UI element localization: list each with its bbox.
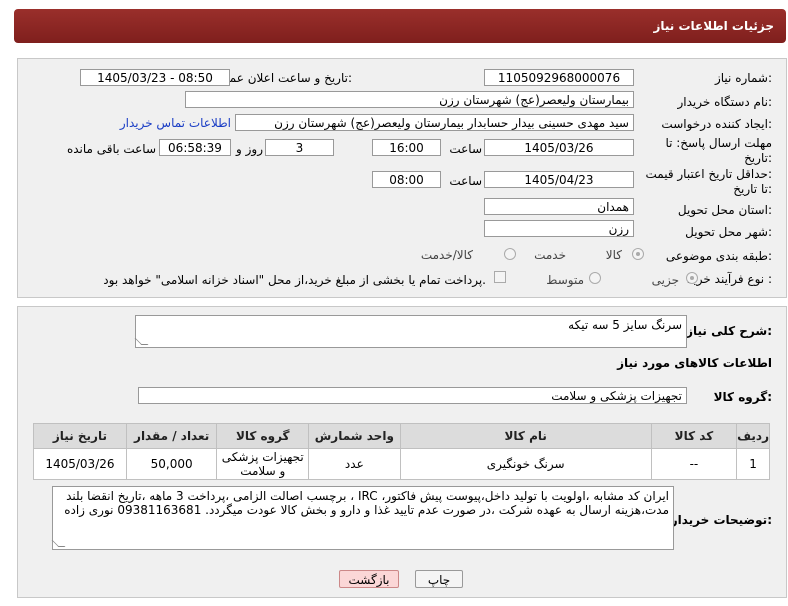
col-code: کد کالا <box>650 423 738 449</box>
announce-date-field: 1405/03/23 - 08:50 <box>80 69 230 86</box>
city-label: شهر محل تحویل: <box>685 225 772 239</box>
process-type-label: نوع فرآیند خرید : <box>687 272 772 286</box>
buyer-notes-label: توضیحات خریدار: <box>670 513 772 527</box>
category-goods-radio[interactable] <box>632 248 644 260</box>
process-medium-label: متوسط <box>546 273 584 287</box>
remaining-time-field: 06:58:39 <box>159 139 231 156</box>
col-quantity: تعداد / مقدار <box>125 423 218 449</box>
table-header-row: ردیف کد کالا نام کالا واحد شمارش گروه کا… <box>33 423 770 449</box>
need-number-field: 1105092968000076 <box>484 69 634 86</box>
col-group: گروه کالا <box>216 423 310 449</box>
price-valid-time-field: 08:00 <box>372 171 441 188</box>
page-header: جزئیات اطلاعات نیاز <box>14 9 786 43</box>
remaining-time-label: ساعت باقی مانده <box>66 142 156 156</box>
cell-group: تجهیزات پزشکی و سلامت <box>216 448 310 480</box>
reply-time-label: ساعت <box>449 142 482 156</box>
days-field: 3 <box>265 139 334 156</box>
category-service-label: خدمت <box>534 248 566 262</box>
col-name: نام کالا <box>399 423 652 449</box>
reply-deadline-label-2: تاریخ: <box>744 151 772 165</box>
buyer-org-label: نام دستگاه خریدار: <box>677 95 773 109</box>
col-need-date: تاریخ نیاز <box>33 423 127 449</box>
reply-deadline-label: مهلت ارسال پاسخ: تا <box>665 136 772 150</box>
resize-grip-icon[interactable] <box>134 338 149 345</box>
price-valid-label-2: تا تاریخ: <box>733 182 772 196</box>
col-unit: واحد شمارش <box>308 423 401 449</box>
process-minor-label: جزیی <box>651 273 679 287</box>
description-label: شرح کلی نیاز: <box>686 324 772 338</box>
days-label: روز و <box>236 142 263 156</box>
col-row: ردیف <box>736 423 770 449</box>
buyer-contact-link[interactable]: اطلاعات تماس خریدار <box>120 116 231 130</box>
creator-label: ایجاد کننده درخواست: <box>661 117 772 131</box>
category-label: طبقه بندی موضوعی: <box>665 249 772 263</box>
category-both-label: کالا/خدمت <box>420 248 473 262</box>
items-table: ردیف کد کالا نام کالا واحد شمارش گروه کا… <box>33 423 770 480</box>
cell-quantity: 50,000 <box>125 448 218 480</box>
reply-date-field: 1405/03/26 <box>484 139 634 156</box>
description-field: سرنگ سایز 5 سه تیکه <box>134 315 687 348</box>
category-goods-label: کالا <box>605 248 622 262</box>
cell-unit: عدد <box>308 448 401 480</box>
price-valid-time-label: ساعت <box>449 174 482 188</box>
print-button[interactable]: چاپ <box>415 570 463 588</box>
cell-name: سرنگ خونگیری <box>399 448 652 480</box>
cell-row: 1 <box>736 448 770 480</box>
need-number-label: شماره نیاز: <box>714 71 772 85</box>
process-minor-radio[interactable] <box>686 272 698 284</box>
treasury-payment-note: پرداخت تمام یا بخشی از مبلغ خرید،از محل … <box>103 273 486 287</box>
process-medium-radio[interactable] <box>589 272 601 284</box>
back-button[interactable]: بازگشت <box>339 570 399 588</box>
province-label: استان محل تحویل: <box>677 203 772 217</box>
cell-need-date: 1405/03/26 <box>33 448 127 480</box>
page-title: جزئیات اطلاعات نیاز <box>653 19 774 33</box>
goods-info-title: اطلاعات کالاهای مورد نیاز <box>617 356 772 370</box>
buyer-notes-field: ایران کد مشابه ،اولویت با تولید داخل،پیو… <box>51 486 674 550</box>
price-valid-label: حداقل تاریخ اعتبار قیمت: <box>645 167 772 181</box>
cell-code: -- <box>650 448 738 480</box>
price-valid-date-field: 1405/04/23 <box>484 171 634 188</box>
table-row: 1 -- سرنگ خونگیری عدد تجهیزات پزشکی و سل… <box>33 448 770 480</box>
buyer-notes-text: ایران کد مشابه ،اولویت با تولید داخل،پیو… <box>64 489 669 517</box>
resize-grip-icon[interactable] <box>51 540 66 547</box>
province-field: همدان <box>484 198 634 215</box>
buyer-org-field: بیمارستان ولیعصر(عج) شهرستان رزن <box>185 91 634 108</box>
category-service-radio[interactable] <box>504 248 516 260</box>
city-field: رزن <box>484 220 634 237</box>
group-field: تجهیزات پزشکی و سلامت <box>138 387 687 404</box>
group-label: گروه کالا: <box>713 390 772 404</box>
treasury-payment-checkbox[interactable] <box>494 271 506 283</box>
reply-time-field: 16:00 <box>372 139 441 156</box>
description-text: سرنگ سایز 5 سه تیکه <box>568 318 682 332</box>
creator-field: سید مهدی حسینی بیدار حسابدار بیمارستان و… <box>235 114 634 131</box>
